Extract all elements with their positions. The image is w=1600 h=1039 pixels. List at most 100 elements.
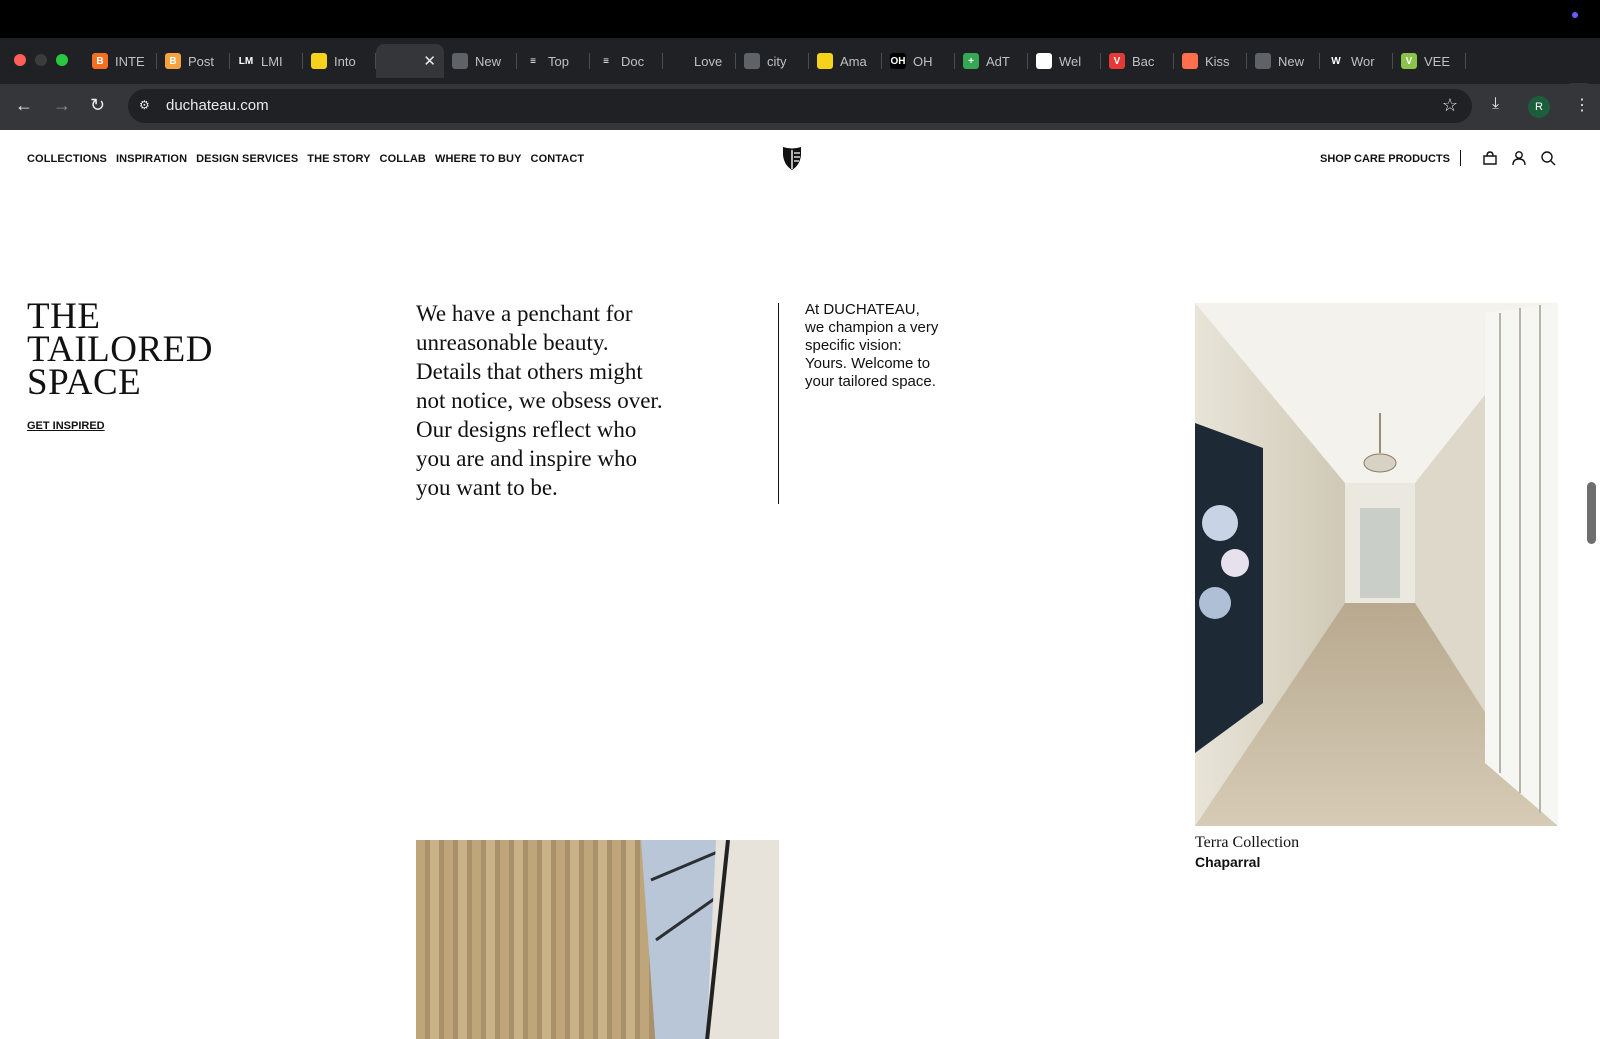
- back-button[interactable]: ←: [15, 95, 33, 116]
- tab-title: INTE: [115, 53, 145, 69]
- wood-slat: [612, 840, 621, 1039]
- wood-slat: [500, 840, 509, 1039]
- tab-title: Love: [694, 53, 723, 69]
- browser-tab-bar: B INTE B Post LM LMI Into ✕ New ≡ Top ≡ Doc Love city A…: [0, 38, 1600, 109]
- tab-favicon-icon: ≡: [525, 53, 541, 69]
- wood-slat: [472, 840, 481, 1039]
- url-text[interactable]: duchateau.com: [166, 97, 269, 114]
- wood-slat: [416, 840, 425, 1039]
- tab-title: LMI: [261, 53, 283, 69]
- wood-slat: [458, 840, 467, 1039]
- wood-slat: [528, 840, 537, 1039]
- site-nav-item[interactable]: CONTACT: [531, 153, 585, 165]
- site-nav-item[interactable]: THE STORY: [307, 153, 370, 165]
- browser-tab[interactable]: Into: [303, 44, 376, 78]
- duchateau-logo-icon[interactable]: [781, 145, 803, 171]
- tab-favicon-icon: [311, 53, 327, 69]
- profile-avatar[interactable]: R: [1528, 96, 1550, 118]
- hallway-photo[interactable]: [1195, 303, 1558, 826]
- browser-tab[interactable]: W Wor: [1320, 44, 1393, 78]
- wood-slat: [570, 840, 579, 1039]
- account-icon[interactable]: [1510, 149, 1528, 167]
- hero-title-line: SPACE: [27, 362, 142, 403]
- site-settings-icon[interactable]: ⚙: [139, 98, 155, 114]
- tab-title: New: [475, 53, 502, 69]
- shopping-bag-icon[interactable]: [1481, 149, 1499, 167]
- address-bar[interactable]: ⚙ duchateau.com ☆: [128, 89, 1472, 123]
- tab-favicon-icon: [1255, 53, 1271, 69]
- tab-title: Post: [188, 53, 215, 69]
- downloads-icon[interactable]: ⤓: [1492, 95, 1499, 113]
- vertical-divider: [778, 303, 779, 504]
- tab-favicon-icon: LM: [238, 53, 254, 69]
- tab-favicon-icon: ≡: [598, 53, 614, 69]
- browser-toolbar: ← → ↻ ⚙ duchateau.com ☆ ⤓ R ⋮: [0, 84, 1600, 130]
- tab-title: VEE: [1424, 53, 1451, 69]
- tab-title: Bac: [1132, 53, 1155, 69]
- site-nav-item[interactable]: DESIGN SERVICES: [196, 153, 298, 165]
- browser-tab[interactable]: Wel: [1028, 44, 1101, 78]
- tab-title: Wel: [1059, 53, 1082, 69]
- brand-quote: We have a penchant for unreasonable beau…: [416, 301, 663, 500]
- wood-slat: [626, 840, 635, 1039]
- site-nav-item[interactable]: COLLECTIONS: [27, 153, 107, 165]
- wood-slat: [584, 840, 593, 1039]
- tab-close-icon[interactable]: ✕: [423, 52, 436, 70]
- window-minimize-button[interactable]: [35, 54, 47, 66]
- browser-tab[interactable]: OH OH: [882, 44, 955, 78]
- search-icon[interactable]: [1539, 149, 1557, 167]
- tab-title: AdT: [986, 53, 1010, 69]
- tab-favicon-icon: +: [963, 53, 979, 69]
- browser-tab[interactable]: ✕: [376, 44, 444, 78]
- tab-title: Ama: [840, 53, 867, 69]
- get-inspired-link[interactable]: GET INSPIRED: [27, 420, 105, 432]
- site-nav-item[interactable]: COLLAB: [380, 153, 426, 165]
- window-close-button[interactable]: [14, 54, 26, 66]
- browser-tab[interactable]: V Bac: [1101, 44, 1174, 78]
- browser-tab[interactable]: Kiss: [1174, 44, 1247, 78]
- tab-favicon-icon: V: [1401, 53, 1417, 69]
- browser-tab[interactable]: LM LMI: [230, 44, 303, 78]
- tab-title: OH: [913, 53, 933, 69]
- brand-side-text: At DUCHATEAU, we champion a very specifi…: [805, 301, 939, 390]
- scrollbar-thumb[interactable]: [1587, 482, 1596, 544]
- page-scrollbar[interactable]: [1584, 130, 1600, 1039]
- collection-caption: Terra Collection: [1195, 834, 1300, 851]
- tab-favicon-icon: [384, 53, 400, 69]
- menu-kebab-icon[interactable]: ⋮: [1574, 95, 1590, 115]
- wood-slat: [598, 840, 607, 1039]
- browser-tab[interactable]: city: [736, 44, 809, 78]
- tab-title: Into: [334, 53, 356, 69]
- tab-title: New: [1278, 53, 1305, 69]
- browser-tab[interactable]: New: [444, 44, 517, 78]
- site-main-nav: COLLECTIONS INSPIRATION DESIGN SERVICES THE…: [27, 153, 584, 165]
- site-nav-item[interactable]: INSPIRATION: [116, 153, 187, 165]
- tab-title: Kiss: [1205, 53, 1230, 69]
- browser-tab[interactable]: New: [1247, 44, 1320, 78]
- browser-tab[interactable]: + AdT: [955, 44, 1028, 78]
- browser-tab[interactable]: Ama: [809, 44, 882, 78]
- tab-favicon-icon: OH: [890, 53, 906, 69]
- wood-slat: [514, 840, 523, 1039]
- os-menu-strip: [0, 0, 1600, 38]
- product-name-caption[interactable]: Chaparral: [1195, 854, 1260, 870]
- site-nav-item[interactable]: WHERE TO BUY: [435, 153, 522, 165]
- wood-slats-photo[interactable]: [416, 840, 779, 1039]
- browser-tab[interactable]: ≡ Doc: [590, 44, 663, 78]
- browser-tab[interactable]: V VEE: [1393, 44, 1466, 78]
- tab-title: Wor: [1351, 53, 1375, 69]
- tab-favicon-icon: [1182, 53, 1198, 69]
- browser-tab[interactable]: B Post: [157, 44, 230, 78]
- window-zoom-button[interactable]: [56, 54, 68, 66]
- tab-favicon-icon: [744, 53, 760, 69]
- browser-tab[interactable]: Love: [663, 44, 736, 78]
- shop-care-products-link[interactable]: SHOP CARE PRODUCTS: [1320, 153, 1450, 165]
- forward-button[interactable]: →: [53, 95, 71, 116]
- browser-tab[interactable]: ≡ Top: [517, 44, 590, 78]
- bookmark-star-icon[interactable]: ☆: [1442, 95, 1458, 116]
- status-dot-icon: [1572, 12, 1578, 18]
- browser-tab[interactable]: B INTE: [84, 44, 157, 78]
- tab-favicon-icon: [817, 53, 833, 69]
- wood-slat: [556, 840, 565, 1039]
- reload-button[interactable]: ↻: [90, 95, 105, 116]
